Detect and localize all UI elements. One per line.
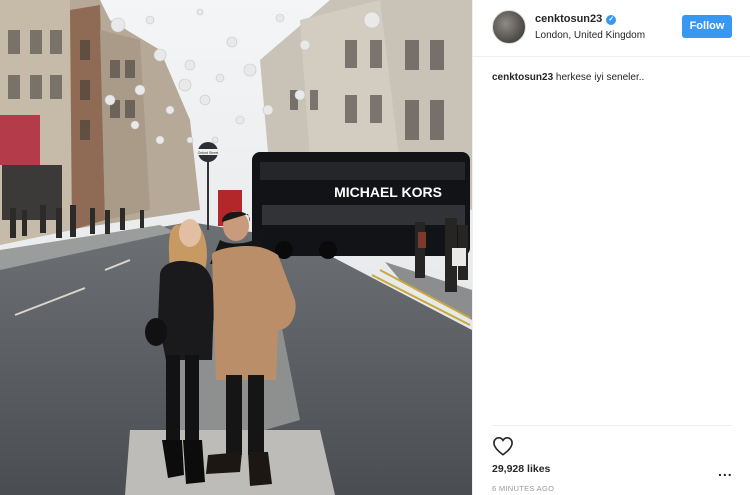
avatar[interactable] xyxy=(492,10,526,44)
post-photo[interactable]: Oxford Street MICHAEL KORS xyxy=(0,0,472,495)
likes-count[interactable]: 29,928 likes xyxy=(492,463,550,475)
username-link[interactable]: cenktosun23 ✓ xyxy=(535,13,617,25)
post-side-panel: cenktosun23 ✓ London, United Kingdom Foll… xyxy=(472,0,750,495)
caption-username[interactable]: cenktosun23 xyxy=(492,72,553,83)
bus-advert-text: MICHAEL KORS xyxy=(334,184,442,200)
street-scene-image: Oxford Street MICHAEL KORS xyxy=(0,0,472,495)
post-timestamp[interactable]: 6 MINUTES AGO xyxy=(492,484,554,493)
verified-badge-icon: ✓ xyxy=(606,15,617,25)
actions-divider xyxy=(492,425,732,426)
post-header: cenktosun23 ✓ London, United Kingdom Foll… xyxy=(473,0,750,57)
heart-icon[interactable] xyxy=(492,436,514,456)
follow-button[interactable]: Follow xyxy=(682,15,732,38)
username-text[interactable]: cenktosun23 xyxy=(535,13,602,25)
location-link[interactable]: London, United Kingdom xyxy=(535,30,645,41)
caption-text: herkese iyi seneler.. xyxy=(555,72,645,83)
more-options-icon[interactable]: ... xyxy=(718,464,733,478)
caption: cenktosun23 herkese iyi seneler.. xyxy=(492,72,644,83)
sign-text: Oxford Street xyxy=(198,151,219,155)
